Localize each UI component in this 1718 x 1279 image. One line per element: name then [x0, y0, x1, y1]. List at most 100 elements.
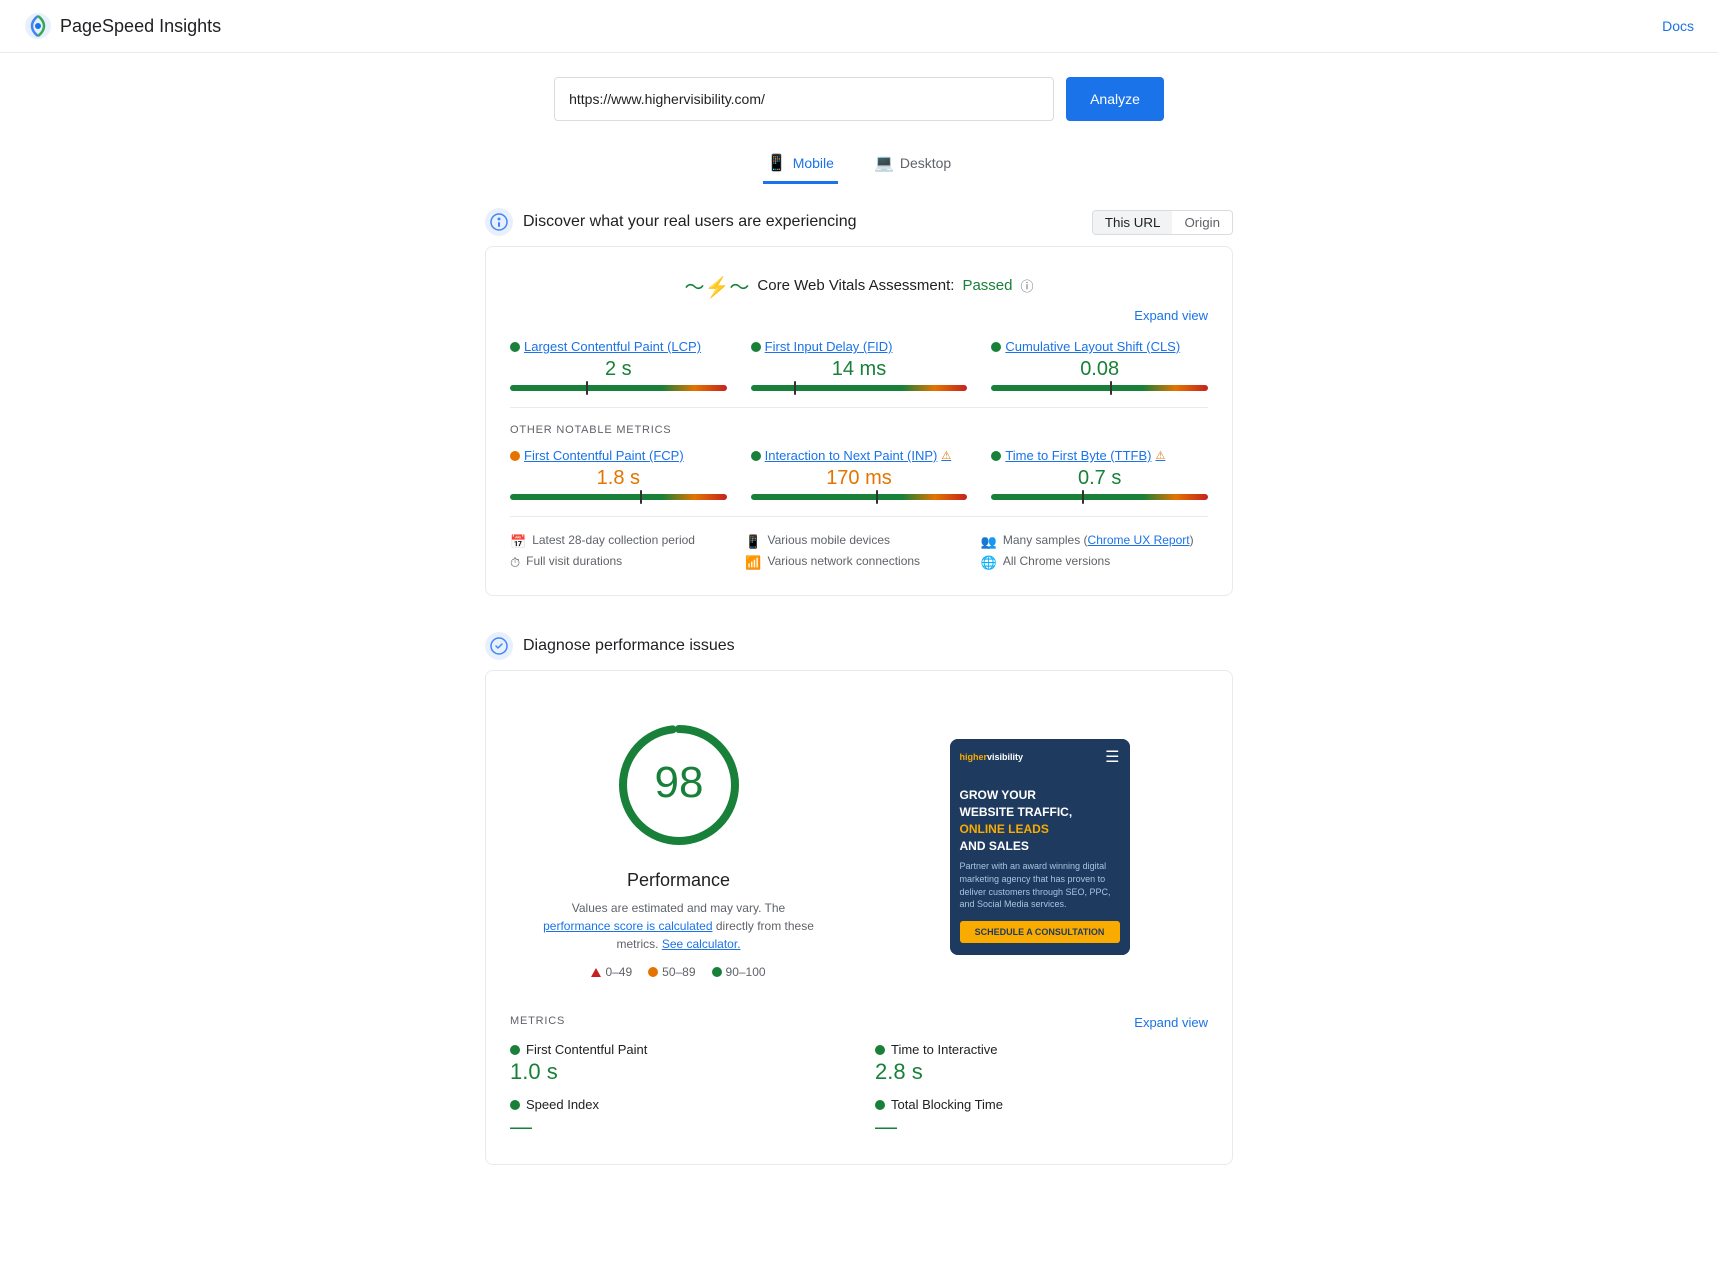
main-content: Discover what your real users are experi…: [469, 192, 1249, 1165]
bottom-fcp-name: First Contentful Paint: [510, 1042, 843, 1057]
docs-link[interactable]: Docs: [1662, 18, 1694, 34]
logo: PageSpeed Insights: [24, 12, 221, 40]
metric-fid-bar: [751, 385, 968, 391]
cwv-status: Passed: [962, 277, 1012, 294]
metric-lcp: Largest Contentful Paint (LCP) 2 s: [510, 339, 727, 391]
fcp-dot: [510, 451, 520, 461]
legend-bad: 0–49: [591, 965, 632, 979]
preview-cta-button: SCHEDULE A CONSULTATION: [960, 921, 1120, 943]
page-header: PageSpeed Insights Docs: [0, 0, 1718, 53]
info-network: 📶 Various network connections: [745, 554, 972, 571]
legend-red-triangle: [591, 968, 601, 977]
bottom-tbt-name: Total Blocking Time: [875, 1097, 1208, 1112]
bottom-metric-fcp: First Contentful Paint 1.0 s: [510, 1042, 843, 1085]
origin-button[interactable]: Origin: [1172, 211, 1232, 234]
bottom-tti-value: 2.8 s: [875, 1059, 1208, 1085]
cls-dot: [991, 342, 1001, 352]
bottom-metric-tti: Time to Interactive 2.8 s: [875, 1042, 1208, 1085]
discover-title: Discover what your real users are experi…: [523, 213, 856, 231]
preview-menu-icon: ☰: [1105, 747, 1119, 767]
metrics-label: METRICS: [510, 1015, 565, 1030]
preview-logo: highervisibility: [960, 752, 1024, 762]
inp-dot: [751, 451, 761, 461]
bottom-tti-name: Time to Interactive: [875, 1042, 1208, 1057]
diagnose-section-header: Diagnose performance issues: [485, 616, 1233, 670]
info-collection-period: 📅 Latest 28-day collection period: [510, 533, 737, 550]
metric-fid-value: 14 ms: [751, 358, 968, 381]
bottom-tbt-dot: [875, 1100, 885, 1110]
metric-inp-name[interactable]: Interaction to Next Paint (INP) ⚠: [751, 448, 968, 463]
performance-label: Performance: [530, 870, 827, 891]
cwv-header: 〜⚡〜 Core Web Vitals Assessment: Passed ⓘ: [510, 271, 1208, 300]
metric-fid-name[interactable]: First Input Delay (FID): [751, 339, 968, 354]
primary-metrics-grid: Largest Contentful Paint (LCP) 2 s First…: [510, 339, 1208, 391]
bottom-metrics-header: METRICS Expand view: [510, 1015, 1208, 1030]
tab-desktop[interactable]: 💻 Desktop: [870, 145, 955, 184]
preview-header: highervisibility ☰: [950, 739, 1130, 775]
network-icon: 📶: [745, 555, 761, 571]
metric-cls-bar: [991, 385, 1208, 391]
metric-ttfb-name[interactable]: Time to First Byte (TTFB) ⚠: [991, 448, 1208, 463]
info-visit-duration: ⏱ Full visit durations: [510, 554, 737, 571]
pagespeed-logo-icon: [24, 12, 52, 40]
calculator-link[interactable]: See calculator.: [662, 937, 741, 951]
bottom-metrics-grid: First Contentful Paint 1.0 s Time to Int…: [510, 1042, 1208, 1140]
ttfb-dot: [991, 451, 1001, 461]
diagnose-expand-view[interactable]: Expand view: [1134, 1015, 1208, 1030]
metric-cls-value: 0.08: [991, 358, 1208, 381]
info-col-1: 📅 Latest 28-day collection period ⏱ Full…: [510, 533, 737, 571]
lcp-dot: [510, 342, 520, 352]
metric-inp-value: 170 ms: [751, 467, 968, 490]
tabs-section: 📱 Mobile 💻 Desktop: [0, 137, 1718, 192]
search-section: Analyze: [0, 53, 1718, 137]
metric-fcp-name[interactable]: First Contentful Paint (FCP): [510, 448, 727, 463]
bottom-tti-dot: [875, 1045, 885, 1055]
metric-lcp-bar: [510, 385, 727, 391]
this-url-button[interactable]: This URL: [1093, 211, 1173, 234]
score-legend: 0–49 50–89 90–100: [530, 965, 827, 979]
mobile-devices-icon: 📱: [745, 534, 761, 550]
metric-fcp-bar: [510, 494, 727, 500]
performance-score-link[interactable]: performance score is calculated: [543, 919, 712, 933]
calendar-icon: 📅: [510, 534, 526, 550]
preview-subtext: Partner with an award winning digital ma…: [960, 860, 1120, 910]
bottom-si-name: Speed Index: [510, 1097, 843, 1112]
desktop-icon: 💻: [874, 153, 894, 173]
tab-mobile[interactable]: 📱 Mobile: [763, 145, 838, 184]
people-icon: 👥: [981, 534, 997, 550]
bottom-metric-tbt: Total Blocking Time —: [875, 1097, 1208, 1140]
url-input[interactable]: [554, 77, 1054, 121]
discover-section-header: Discover what your real users are experi…: [485, 192, 1233, 246]
diagnose-icon: [485, 632, 513, 660]
analyze-button[interactable]: Analyze: [1066, 77, 1164, 121]
chrome-icon: 🌐: [981, 555, 997, 571]
svg-text:98: 98: [654, 758, 703, 807]
metric-inp-bar: [751, 494, 968, 500]
info-col-2: 📱 Various mobile devices 📶 Various netwo…: [745, 533, 972, 571]
legend-good: 90–100: [712, 965, 766, 979]
diagnose-title: Diagnose performance issues: [523, 637, 735, 655]
tab-mobile-label: Mobile: [793, 155, 834, 171]
cwv-assessment-label: Core Web Vitals Assessment:: [757, 277, 954, 294]
legend-orange-dot: [648, 967, 658, 977]
other-notable-label: OTHER NOTABLE METRICS: [510, 424, 1208, 436]
bottom-fcp-dot: [510, 1045, 520, 1055]
metric-lcp-name[interactable]: Largest Contentful Paint (LCP): [510, 339, 727, 354]
metric-ttfb: Time to First Byte (TTFB) ⚠ 0.7 s: [991, 448, 1208, 500]
bottom-si-value: —: [510, 1114, 843, 1140]
clock-icon: ⏱: [510, 555, 520, 571]
cwv-expand-view[interactable]: Expand view: [510, 308, 1208, 323]
chrome-ux-link[interactable]: Chrome UX Report: [1088, 533, 1190, 547]
mobile-icon: 📱: [767, 153, 787, 173]
preview-headline: GROW YOURWEBSITE TRAFFIC, ONLINE LEADSAN…: [960, 787, 1120, 854]
metric-fcp-value: 1.8 s: [510, 467, 727, 490]
inp-warning-icon: ⚠: [941, 449, 951, 462]
legend-green-dot: [712, 967, 722, 977]
info-chrome-versions: 🌐 All Chrome versions: [981, 554, 1208, 571]
legend-needs-improvement: 50–89: [648, 965, 695, 979]
cwv-card: 〜⚡〜 Core Web Vitals Assessment: Passed ⓘ…: [485, 246, 1233, 596]
metric-fid: First Input Delay (FID) 14 ms: [751, 339, 968, 391]
metric-cls-name[interactable]: Cumulative Layout Shift (CLS): [991, 339, 1208, 354]
bottom-tbt-value: —: [875, 1114, 1208, 1140]
tab-desktop-label: Desktop: [900, 155, 951, 171]
